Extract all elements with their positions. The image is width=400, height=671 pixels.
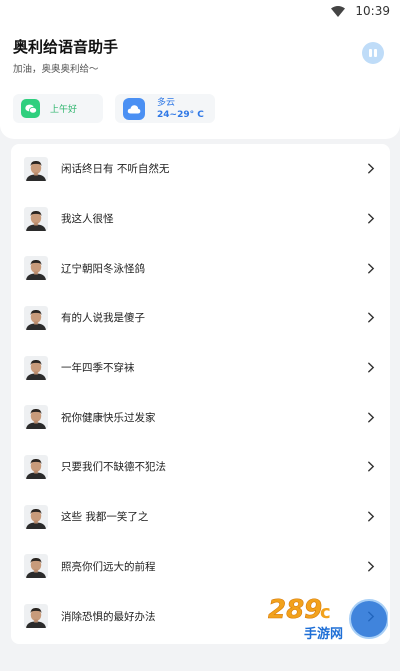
chevron-right-icon bbox=[368, 263, 375, 274]
avatar bbox=[24, 504, 48, 529]
avatar bbox=[24, 405, 48, 430]
list-item-4[interactable]: 有的人说我是傻子 bbox=[11, 293, 390, 343]
avatar bbox=[24, 156, 48, 181]
header: 奥利给语音助手 加油，奥奥奥利给～ 上午好 多云 24~29° C bbox=[0, 22, 400, 139]
widget-row: 上午好 多云 24~29° C bbox=[13, 94, 387, 123]
audio-clip-list: 闲话终日有 不听自然无 我这人很怪 辽宁朝阳冬泳怪鸽 有的人说我是傻子 一年四季… bbox=[11, 144, 390, 644]
avatar bbox=[24, 554, 48, 579]
list-item-5[interactable]: 一年四季不穿袜 bbox=[11, 343, 390, 393]
weather-widget[interactable]: 多云 24~29° C bbox=[115, 94, 215, 123]
greeting-label: 上午好 bbox=[50, 105, 78, 115]
pause-icon-bar bbox=[369, 49, 372, 57]
item-label: 这些 我都一笑了之 bbox=[61, 511, 149, 524]
app-title: 奥利给语音助手 bbox=[13, 38, 119, 56]
chevron-right-icon bbox=[368, 362, 375, 373]
app-subtitle: 加油，奥奥奥利给～ bbox=[13, 64, 99, 75]
weather-text: 多云 24~29° C bbox=[157, 97, 204, 121]
avatar bbox=[24, 256, 48, 281]
item-label: 照亮你们远大的前程 bbox=[61, 560, 156, 573]
chevron-right-icon bbox=[368, 163, 375, 174]
status-time: 10:39 bbox=[355, 4, 390, 18]
avatar bbox=[24, 305, 48, 330]
list-item-3[interactable]: 辽宁朝阳冬泳怪鸽 bbox=[11, 243, 390, 293]
chevron-right-icon bbox=[368, 213, 375, 224]
item-label: 祝你健康快乐过发家 bbox=[61, 411, 156, 424]
watermark-number: 289 bbox=[268, 595, 322, 625]
list-item-2[interactable]: 我这人很怪 bbox=[11, 194, 390, 244]
watermark-text: 手游网 bbox=[304, 626, 343, 642]
avatar bbox=[24, 206, 48, 231]
item-label: 一年四季不穿袜 bbox=[61, 362, 135, 375]
item-label: 有的人说我是傻子 bbox=[61, 312, 145, 325]
chevron-right-icon bbox=[368, 561, 375, 572]
wifi-icon bbox=[331, 5, 346, 17]
list-item-7[interactable]: 只要我们不缺德不犯法 bbox=[11, 442, 390, 492]
item-label: 我这人很怪 bbox=[61, 213, 114, 226]
greeting-widget[interactable]: 上午好 bbox=[13, 94, 103, 123]
watermark-suffix: c bbox=[320, 602, 331, 623]
watermark-logo: 289 c 手游网 bbox=[268, 592, 389, 642]
cloud-icon bbox=[123, 97, 145, 120]
pause-icon-bar bbox=[374, 49, 377, 57]
chevron-right-icon bbox=[368, 312, 375, 323]
status-bar: 10:39 bbox=[0, 0, 400, 22]
avatar bbox=[24, 604, 48, 629]
item-label: 闲话终日有 不听自然无 bbox=[61, 163, 170, 176]
weather-condition: 多云 bbox=[157, 97, 176, 108]
list-item-8[interactable]: 这些 我都一笑了之 bbox=[11, 492, 390, 542]
avatar bbox=[24, 454, 48, 479]
chevron-right-icon bbox=[368, 461, 375, 472]
pause-button[interactable] bbox=[362, 42, 384, 64]
weather-temperature: 24~29° C bbox=[157, 109, 204, 120]
list-item-6[interactable]: 祝你健康快乐过发家 bbox=[11, 392, 390, 442]
chevron-right-icon bbox=[368, 511, 375, 522]
chat-icon bbox=[21, 99, 40, 118]
item-label: 只要我们不缺德不犯法 bbox=[61, 461, 166, 474]
item-label: 辽宁朝阳冬泳怪鸽 bbox=[61, 262, 145, 275]
avatar bbox=[24, 355, 48, 380]
list-item-9[interactable]: 照亮你们远大的前程 bbox=[11, 542, 390, 592]
list-container: 闲话终日有 不听自然无 我这人很怪 辽宁朝阳冬泳怪鸽 有的人说我是傻子 一年四季… bbox=[11, 144, 390, 641]
chevron-right-icon bbox=[368, 412, 375, 423]
list-item-1[interactable]: 闲话终日有 不听自然无 bbox=[11, 144, 390, 194]
